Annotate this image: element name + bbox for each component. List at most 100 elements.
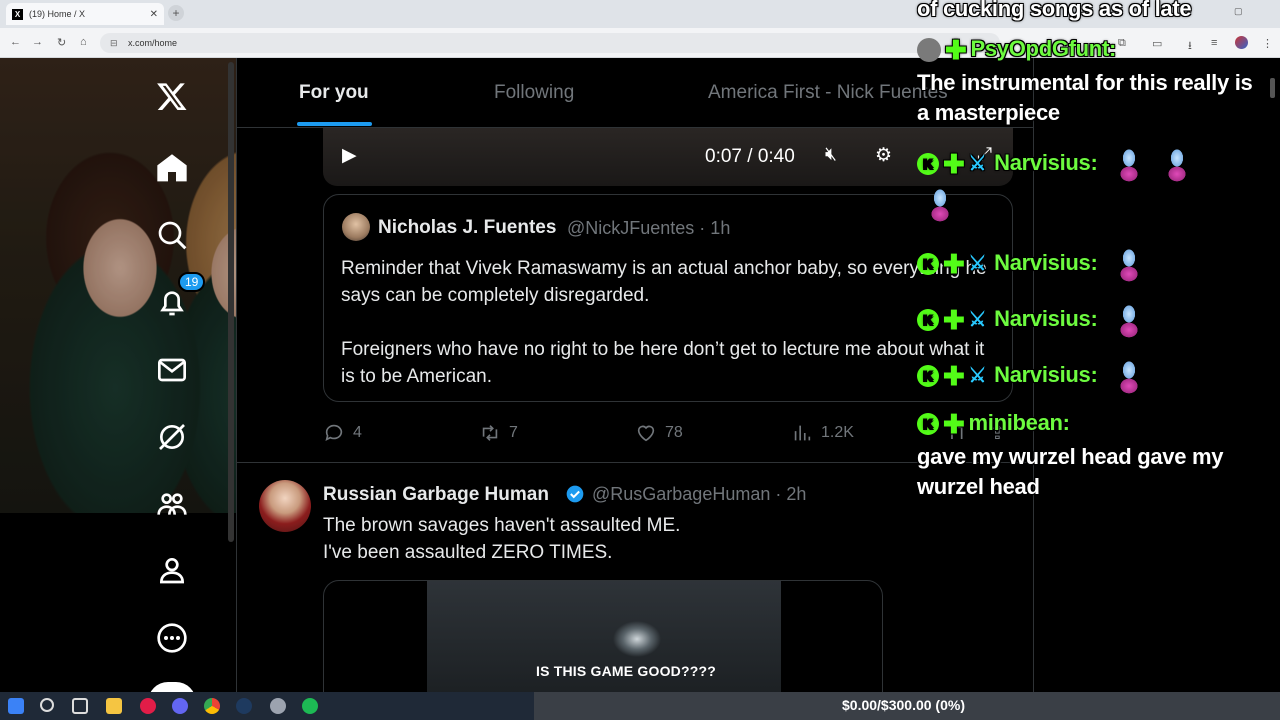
reply-icon bbox=[325, 424, 343, 441]
post-text-line: I've been assaulted ZERO TIMES. bbox=[323, 542, 613, 563]
x-logo-icon[interactable] bbox=[154, 78, 190, 114]
plus-badge-icon: ✚ bbox=[943, 305, 965, 335]
chat-username: PsyOpdGfunt: bbox=[970, 36, 1117, 61]
settings-gear-icon[interactable]: ⚙︎ bbox=[875, 144, 892, 167]
avatar[interactable] bbox=[342, 213, 370, 241]
video-time: 0:07 / 0:40 bbox=[705, 146, 795, 167]
sword-badge-icon: ⚔ bbox=[968, 253, 987, 275]
post-video-media[interactable]: IS THIS GAME GOOD???? bbox=[323, 580, 883, 692]
chat-username: minibean: bbox=[968, 410, 1071, 435]
reload-icon[interactable]: ↻ bbox=[57, 36, 66, 49]
home-icon[interactable]: ⌂ bbox=[80, 36, 87, 48]
chat-message: K ✚ ⚔ Narvisius: bbox=[917, 244, 1146, 284]
repost-count: 7 bbox=[509, 424, 518, 441]
verified-badge-icon[interactable] bbox=[565, 484, 585, 504]
kick-badge-icon: K bbox=[917, 413, 939, 436]
tab-for-you[interactable]: For you bbox=[299, 82, 369, 104]
notifications-badge: 19 bbox=[178, 272, 206, 292]
address-bar[interactable]: ⊟ x.com/home bbox=[100, 33, 1000, 53]
user-badge-icon bbox=[917, 38, 941, 63]
kick-badge-icon: K bbox=[917, 309, 939, 331]
x-sidebar: 19 bbox=[140, 58, 206, 702]
post-divider bbox=[237, 462, 1033, 463]
more-options-icon[interactable] bbox=[154, 620, 190, 656]
communities-icon[interactable] bbox=[154, 486, 190, 522]
views-button[interactable]: 1.2K bbox=[791, 418, 854, 448]
forward-icon[interactable]: → bbox=[32, 36, 43, 48]
chat-message: K ✚ ⚔ Narvisius: bbox=[917, 144, 1194, 184]
repost-button[interactable]: 7 bbox=[479, 418, 518, 448]
stream-chat-overlay: of cucking songs as of late ✚ PsyOpdGfunt… bbox=[917, 0, 1277, 520]
like-count: 78 bbox=[665, 424, 683, 441]
chat-message-emote-line bbox=[917, 184, 957, 224]
plus-badge-icon: ✚ bbox=[943, 249, 965, 279]
explore-search-icon[interactable] bbox=[154, 217, 190, 253]
heart-icon bbox=[637, 425, 655, 442]
quoted-post-card[interactable]: Nicholas J. Fuentes @NickJFuentes · 1h R… bbox=[323, 194, 1013, 402]
address-url: x.com/home bbox=[128, 38, 178, 48]
unicorn-emote-icon bbox=[1111, 244, 1146, 284]
spotify-icon[interactable] bbox=[302, 698, 318, 714]
chat-message: K ✚ ⚔ Narvisius: bbox=[917, 300, 1146, 340]
donation-goal-text: $0.00/$300.00 (0%) bbox=[842, 697, 965, 713]
grok-icon[interactable] bbox=[154, 419, 190, 455]
unicorn-emote-icon bbox=[1159, 144, 1194, 184]
views-chart-icon bbox=[794, 425, 811, 441]
tab-list-america-first[interactable]: America First - Nick Fuentes bbox=[708, 82, 948, 104]
file-explorer-icon[interactable] bbox=[106, 698, 122, 714]
reply-count: 4 bbox=[353, 424, 362, 441]
timeline-tabs: For you Following America First - Nick F… bbox=[237, 58, 1033, 128]
avatar[interactable] bbox=[259, 480, 311, 532]
kick-badge-icon: K bbox=[917, 153, 939, 175]
post-author-name[interactable]: Russian Garbage Human bbox=[323, 484, 549, 506]
browser-tab[interactable]: X (19) Home / X ✕ bbox=[6, 3, 164, 25]
obs-app-icon[interactable] bbox=[140, 698, 156, 714]
task-view-icon[interactable] bbox=[72, 698, 88, 714]
post-text-line: The brown savages haven't assaulted ME. bbox=[323, 515, 681, 536]
video-caption: IS THIS GAME GOOD???? bbox=[536, 663, 716, 679]
sword-badge-icon: ⚔ bbox=[968, 153, 987, 175]
site-info-icon[interactable]: ⊟ bbox=[110, 38, 118, 49]
chrome-icon[interactable] bbox=[204, 698, 220, 714]
profile-icon[interactable] bbox=[154, 552, 190, 588]
search-icon[interactable] bbox=[40, 698, 54, 712]
unicorn-emote-icon bbox=[1111, 300, 1146, 340]
unicorn-emote-icon bbox=[1111, 356, 1146, 396]
sidebar-scrollbar[interactable] bbox=[228, 62, 234, 542]
play-icon[interactable]: ▶ bbox=[342, 144, 357, 167]
mute-icon[interactable]: 🔇︎ bbox=[825, 144, 837, 166]
timeline-column: For you Following America First - Nick F… bbox=[236, 58, 1034, 692]
unicorn-emote-icon bbox=[1111, 144, 1146, 184]
app-icon[interactable] bbox=[270, 698, 286, 714]
video-player[interactable] bbox=[323, 128, 1013, 186]
chat-username: Narvisius: bbox=[994, 149, 1098, 175]
reply-button[interactable]: 4 bbox=[323, 418, 362, 448]
steam-icon[interactable] bbox=[236, 698, 252, 714]
back-icon[interactable]: ← bbox=[10, 36, 21, 48]
windows-taskbar bbox=[0, 692, 1280, 720]
messages-mail-icon[interactable] bbox=[154, 352, 190, 388]
quoted-post-paragraph: Reminder that Vivek Ramaswamy is an actu… bbox=[341, 258, 987, 306]
chat-message: K ✚ ⚔ Narvisius: bbox=[917, 356, 1146, 396]
quoted-post-paragraph: Foreigners who have no right to be here … bbox=[341, 339, 985, 387]
start-windows-icon[interactable] bbox=[8, 698, 24, 714]
sword-badge-icon: ⚔ bbox=[968, 309, 987, 331]
close-tab-icon[interactable]: ✕ bbox=[150, 9, 158, 20]
tab-following[interactable]: Following bbox=[494, 82, 574, 104]
screen: X (19) Home / X ✕ + ▢ ← → ↻ ⌂ ⊟ x.com/ho… bbox=[0, 0, 1280, 720]
quoted-post-text: Reminder that Vivek Ramaswamy is an actu… bbox=[341, 255, 991, 390]
chat-message-header: ✚ PsyOpdGfunt: bbox=[917, 34, 1116, 65]
views-count: 1.2K bbox=[821, 424, 854, 441]
discord-icon[interactable] bbox=[172, 698, 188, 714]
home-nav-icon[interactable] bbox=[154, 150, 190, 186]
like-button[interactable]: 78 bbox=[635, 418, 683, 448]
chat-message-fragment: of cucking songs as of late bbox=[917, 0, 1192, 21]
new-tab-button[interactable]: + bbox=[168, 5, 184, 21]
chat-username: Narvisius: bbox=[994, 249, 1098, 275]
quoted-author-handle[interactable]: @NickJFuentes · 1h bbox=[567, 218, 730, 239]
x-favicon-icon: X bbox=[12, 8, 23, 20]
post-author-handle[interactable]: @RusGarbageHuman · 2h bbox=[592, 484, 806, 505]
notifications-bell-icon[interactable]: 19 bbox=[154, 272, 206, 320]
quoted-author-name[interactable]: Nicholas J. Fuentes bbox=[378, 217, 556, 239]
repost-icon bbox=[482, 425, 498, 441]
